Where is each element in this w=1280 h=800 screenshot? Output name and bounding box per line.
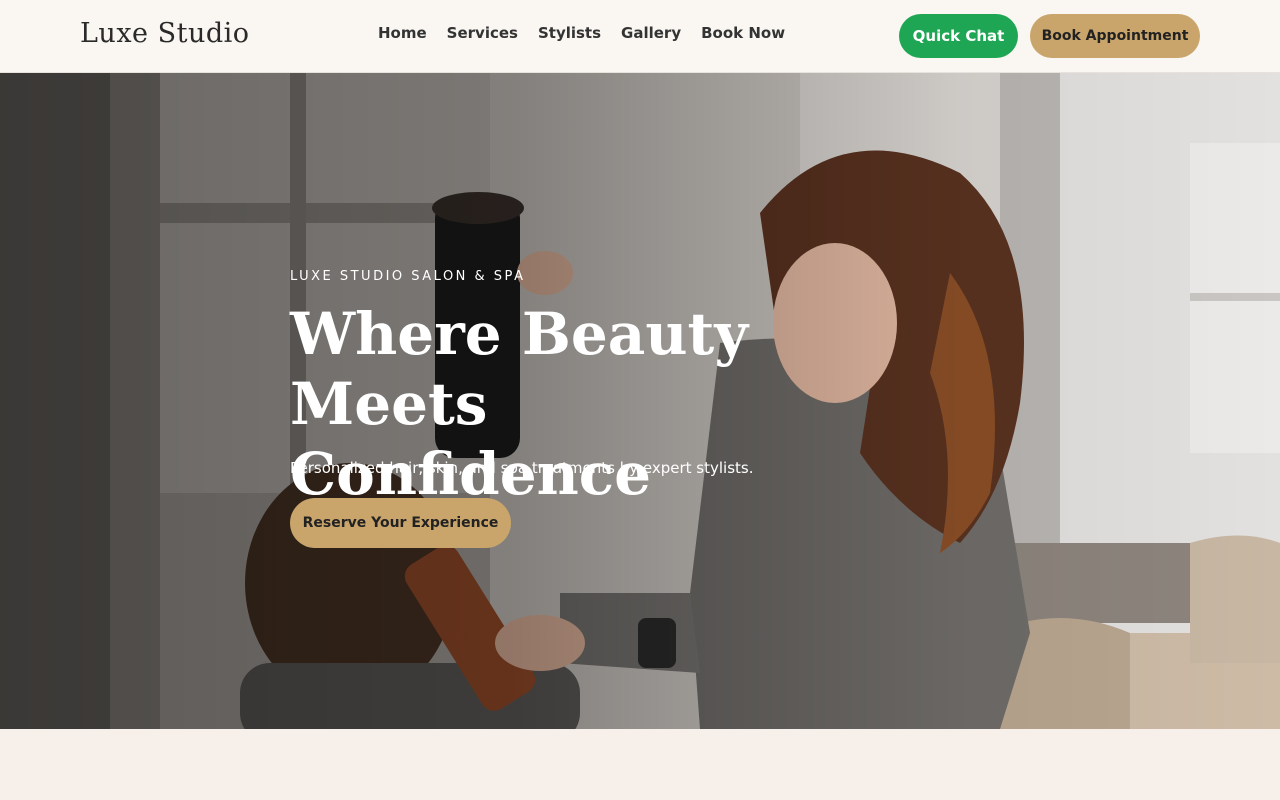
main-nav: Home Services Stylists Gallery Book Now xyxy=(378,24,785,42)
nav-services[interactable]: Services xyxy=(447,24,518,42)
hero-subline: Personalized hair, skin, and spa treatme… xyxy=(290,459,754,477)
nav-stylists[interactable]: Stylists xyxy=(538,24,601,42)
hero-headline: Where Beauty Meets Confidence xyxy=(290,300,749,508)
book-appointment-button[interactable]: Book Appointment xyxy=(1030,14,1200,58)
brand-logo[interactable]: Luxe Studio xyxy=(80,18,250,49)
hero-eyebrow: LUXE STUDIO SALON & SPA xyxy=(290,269,526,284)
reserve-experience-button[interactable]: Reserve Your Experience xyxy=(290,498,511,548)
quick-chat-button[interactable]: Quick Chat xyxy=(899,14,1018,58)
nav-book-now[interactable]: Book Now xyxy=(701,24,785,42)
site-header: Luxe Studio Home Services Stylists Galle… xyxy=(0,0,1280,73)
hero-section: LUXE STUDIO SALON & SPA Where Beauty Mee… xyxy=(0,73,1280,729)
next-section xyxy=(0,729,1280,800)
nav-home[interactable]: Home xyxy=(378,24,427,42)
nav-gallery[interactable]: Gallery xyxy=(621,24,681,42)
